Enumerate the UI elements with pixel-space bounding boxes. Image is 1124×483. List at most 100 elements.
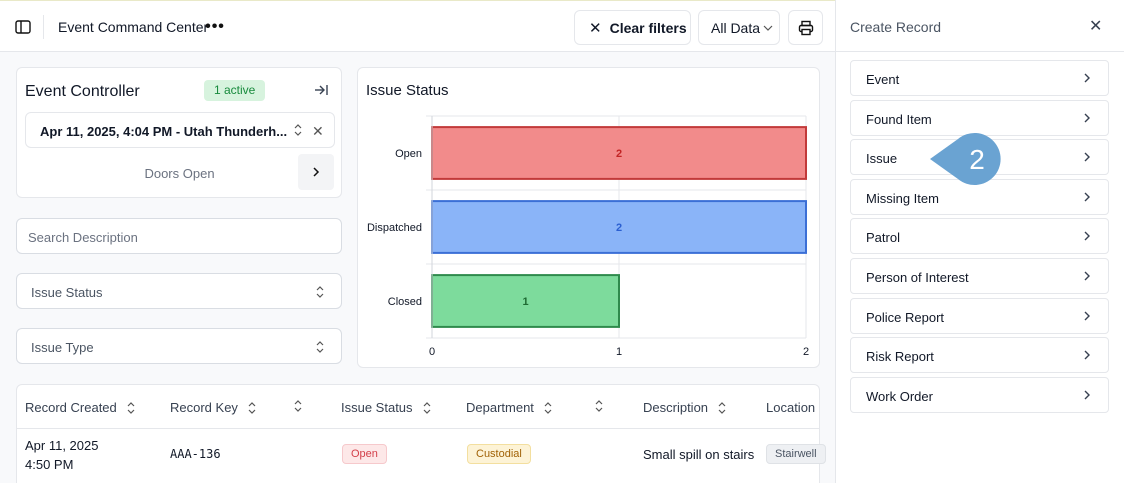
record-type-work-order[interactable]: Work Order <box>850 376 1109 413</box>
issue-status-select[interactable]: Issue Status <box>16 273 342 309</box>
step-callout-shape <box>930 133 1001 185</box>
clear-filters-button[interactable]: ✕ Clear filters <box>574 10 691 45</box>
chevron-right-icon <box>313 167 320 177</box>
sort-icon <box>718 401 726 414</box>
data-scope-select[interactable]: All Data <box>698 10 780 45</box>
column-header-issue-status[interactable]: Issue Status <box>341 400 431 415</box>
issue-status-chart: 0 1 2 Open 2 Dispatched 2 Closed 1 <box>367 115 809 358</box>
sort-icon <box>294 400 302 412</box>
event-controller-card: Event Controller 1 active Apr 11, 2025, … <box>16 67 342 198</box>
app-root: Event Command Center ••• ✕ Clear filters… <box>0 0 1124 483</box>
location-badge: Stairwell <box>766 444 826 464</box>
step-number: 2 <box>969 144 985 175</box>
issue-status-chart-card: Issue Status 0 1 2 Open 2 Dispatched 2 Closed 1 <box>357 67 820 368</box>
chevron-down-icon <box>763 25 773 31</box>
column-header-label: Description <box>643 400 709 415</box>
x-tick-label: 1 <box>616 346 622 358</box>
record-type-person-of-interest[interactable]: Person of Interest <box>850 258 1109 294</box>
issue-type-label: Issue Type <box>31 340 94 355</box>
x-tick-label: 2 <box>803 346 809 358</box>
y-tick-label: Open <box>395 148 422 160</box>
active-count-badge: 1 active <box>204 80 266 101</box>
issue-type-select[interactable]: Issue Type <box>16 328 342 364</box>
y-tick-label: Closed <box>388 296 422 308</box>
column-header-label: Location <box>766 400 816 415</box>
record-type-risk-report[interactable]: Risk Report <box>850 337 1109 374</box>
column-header-label: Department <box>466 400 534 415</box>
column-header-label: Issue Status <box>341 400 413 415</box>
event-status-text: Doors Open <box>144 166 215 181</box>
record-type-label: Person of Interest <box>866 270 969 285</box>
x-tick-label: 0 <box>429 346 435 358</box>
panel-header: Create Record ✕ <box>836 0 1124 52</box>
collapse-panel-icon[interactable] <box>313 82 331 100</box>
cell-created-date: Apr 11, 2025 <box>25 438 99 453</box>
printer-icon <box>798 20 813 35</box>
page-title: Event Command Center <box>58 19 209 35</box>
clear-selection-icon[interactable]: ✕ <box>312 123 324 140</box>
step-callout-badge: 2 <box>930 133 1001 185</box>
column-header-label: Record Created <box>25 400 117 415</box>
cell-created-time: 4:50 PM <box>25 457 74 472</box>
more-options-icon[interactable]: ••• <box>203 15 227 39</box>
cell-description: Small spill on stairs <box>643 447 755 462</box>
record-type-label: Work Order <box>866 388 933 404</box>
column-header-description[interactable]: Description <box>643 400 726 415</box>
column-header-location[interactable]: Location <box>766 400 815 415</box>
panel-title: Create Record <box>850 19 942 35</box>
top-bar: Event Command Center ••• ✕ Clear filters… <box>0 0 835 52</box>
chevron-up-down-icon <box>316 286 324 298</box>
record-type-label: Missing Item <box>866 190 939 206</box>
record-type-label: Event <box>866 72 900 87</box>
issue-status-label: Issue Status <box>31 285 103 300</box>
sort-icon <box>127 401 135 414</box>
bar-data-label: 2 <box>616 222 622 234</box>
chevron-right-icon <box>1084 113 1090 123</box>
event-select[interactable]: Apr 11, 2025, 4:04 PM - Utah Thunderh...… <box>25 112 335 148</box>
close-icon[interactable]: ✕ <box>1089 16 1102 36</box>
sidebar-toggle-icon[interactable] <box>10 15 36 39</box>
create-record-panel: Create Record ✕ Event Found Item Issue Miss… <box>835 0 1124 483</box>
search-description-input[interactable]: Search Description <box>16 218 342 254</box>
chevron-right-icon <box>1084 152 1090 162</box>
status-badge: Open <box>342 444 387 464</box>
chevron-right-icon <box>1084 390 1090 400</box>
record-type-label: Risk Report <box>866 349 934 365</box>
chevron-right-icon <box>1084 73 1090 83</box>
sort-icon <box>595 400 603 412</box>
record-type-label: Patrol <box>866 230 900 246</box>
column-header-department[interactable]: Department <box>466 400 552 415</box>
divider <box>43 15 44 39</box>
table-header-divider <box>17 428 819 429</box>
chevron-right-icon <box>1084 271 1090 281</box>
chevron-right-icon <box>1084 192 1090 202</box>
record-type-event[interactable]: Event <box>850 60 1109 96</box>
y-tick-label: Dispatched <box>367 222 422 234</box>
sort-icon <box>423 401 430 414</box>
records-table: Record Created Record Key Issue Status D… <box>16 384 826 483</box>
chevron-right-icon <box>1084 311 1090 321</box>
sort-icon <box>544 401 552 414</box>
column-header-record-created[interactable]: Record Created <box>25 400 135 415</box>
clear-filters-label: Clear filters <box>609 19 687 36</box>
record-type-label: Police Report <box>866 309 945 325</box>
record-type-label: Issue <box>866 151 898 167</box>
department-badge: Custodial <box>467 444 531 464</box>
record-type-patrol[interactable]: Patrol <box>850 218 1109 255</box>
print-button[interactable] <box>788 10 823 45</box>
column-sort-control[interactable] <box>595 400 603 412</box>
next-status-button[interactable] <box>298 154 334 190</box>
column-sort-control[interactable] <box>294 400 302 412</box>
chevron-right-icon <box>1084 231 1090 241</box>
chevron-right-icon <box>1084 350 1090 360</box>
bar-data-label: 2 <box>616 148 622 160</box>
close-icon: ✕ <box>589 19 602 37</box>
event-controller-title: Event Controller <box>25 83 140 100</box>
bar-data-label: 1 <box>522 296 528 308</box>
chevron-up-down-icon <box>294 124 302 136</box>
chevron-up-down-icon <box>316 341 324 353</box>
record-type-police-report[interactable]: Police Report <box>850 297 1109 334</box>
column-header-record-key[interactable]: Record Key <box>170 400 256 415</box>
data-scope-value: All Data <box>711 19 761 36</box>
column-header-label: Record Key <box>170 400 238 415</box>
